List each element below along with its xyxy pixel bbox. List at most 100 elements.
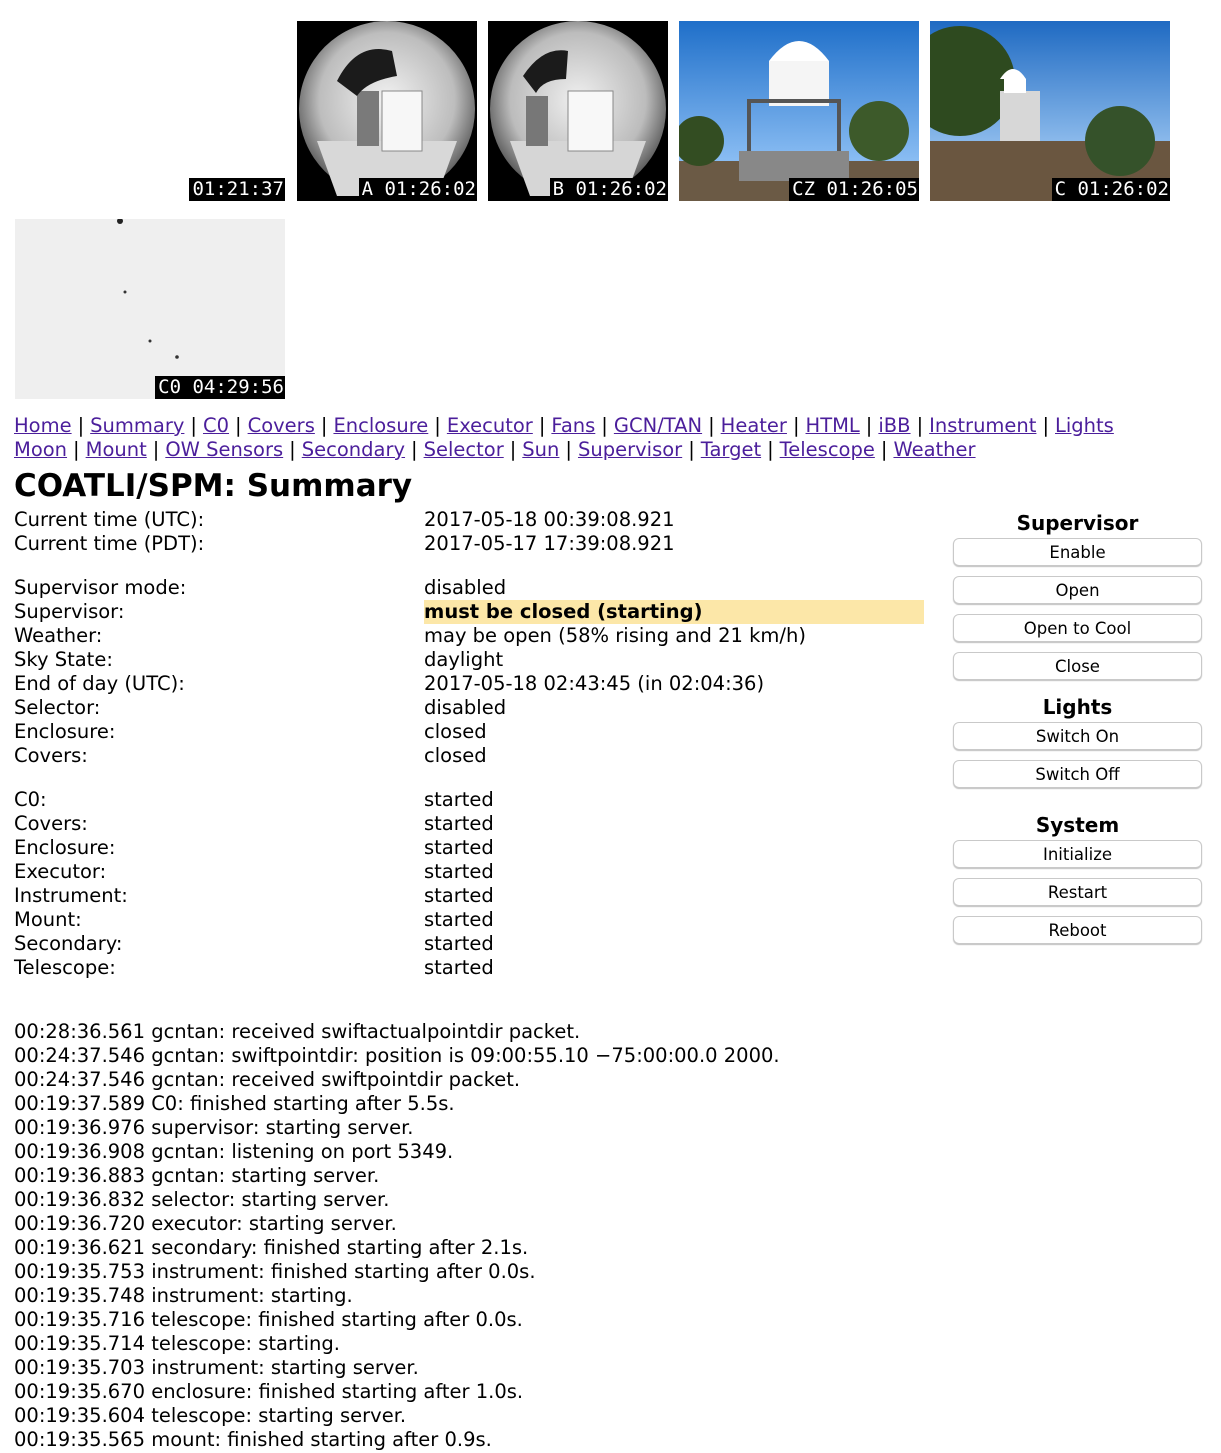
status-row: Covers: started bbox=[14, 812, 924, 836]
status-row: Executor: started bbox=[14, 860, 924, 884]
nav-link-selector[interactable]: Selector bbox=[424, 438, 504, 461]
status-label: Enclosure: bbox=[14, 836, 116, 859]
nav-separator: | bbox=[865, 414, 873, 437]
page-title: COATLI/SPM: Summary bbox=[14, 468, 413, 504]
switch-off-button[interactable]: Switch Off bbox=[953, 760, 1202, 788]
log-entry: 00:24:37.546 gcntan: received swiftpoint… bbox=[14, 1068, 521, 1091]
nav-separator: | bbox=[411, 438, 418, 461]
status-row: Covers: closed bbox=[14, 744, 924, 768]
nav-link-lights[interactable]: Lights bbox=[1055, 414, 1114, 437]
status-label: Enclosure: bbox=[14, 720, 116, 743]
section-heading: Lights bbox=[1042, 695, 1113, 719]
initialize-button[interactable]: Initialize bbox=[953, 840, 1202, 868]
reboot-button[interactable]: Reboot bbox=[953, 916, 1202, 944]
log-entry: 00:19:37.589 C0: finished starting after… bbox=[14, 1092, 455, 1115]
status-value: 2017-05-18 02:43:45 (in 02:04:36) bbox=[424, 672, 765, 695]
status-label: Executor: bbox=[14, 860, 107, 883]
log-entry: 00:19:36.720 executor: starting server. bbox=[14, 1212, 397, 1235]
nav-separator: | bbox=[708, 414, 715, 437]
nav-link-telescope[interactable]: Telescope bbox=[780, 438, 875, 461]
nav-link-supervisor[interactable]: Supervisor bbox=[578, 438, 682, 461]
enable-button[interactable]: Enable bbox=[953, 538, 1202, 566]
status-table: Current time (UTC): 2017-05-18 00:39:08.9… bbox=[14, 508, 924, 980]
nav-link-instrument[interactable]: Instrument bbox=[929, 414, 1036, 437]
status-value: daylight bbox=[424, 648, 504, 671]
nav-link-gcn-tan[interactable]: GCN/TAN bbox=[614, 414, 702, 437]
camera-c[interactable]: C 01:26:02 bbox=[930, 21, 1170, 201]
nav-link-home[interactable]: Home bbox=[14, 414, 72, 437]
status-label: Current time (UTC): bbox=[14, 508, 205, 531]
status-label: Sky State: bbox=[14, 648, 113, 671]
status-value: started bbox=[424, 860, 494, 883]
status-row: Secondary: started bbox=[14, 932, 924, 956]
nav-separator: | bbox=[152, 438, 160, 461]
status-row: Enclosure: closed bbox=[14, 720, 924, 744]
status-value: 2017-05-17 17:39:08.921 bbox=[424, 532, 675, 555]
camera-timestamp: C0 04:29:56 bbox=[155, 376, 285, 399]
status-label: Weather: bbox=[14, 624, 103, 647]
camera-c0[interactable]: C0 04:29:56 bbox=[15, 219, 285, 399]
camera-b[interactable]: B 01:26:02 bbox=[488, 21, 668, 201]
nav-separator: | bbox=[880, 438, 888, 461]
nav-line: Moon | Mount | OW Sensors | Secondary | Selector… bbox=[14, 438, 1214, 462]
section-heading: Supervisor bbox=[1016, 511, 1139, 535]
log-entry: 00:19:36.976 supervisor: starting server… bbox=[14, 1116, 414, 1139]
log-entry: 00:19:35.714 telescope: starting. bbox=[14, 1332, 340, 1355]
status-value: started bbox=[424, 788, 494, 811]
camera-timestamp: A 01:26:02 bbox=[358, 178, 477, 201]
nav-separator: | bbox=[601, 414, 608, 437]
status-row: Enclosure: started bbox=[14, 836, 924, 860]
status-row: Supervisor mode: disabled bbox=[14, 576, 924, 600]
log-entry: 00:19:35.716 telescope: finished startin… bbox=[14, 1308, 523, 1331]
nav-link-mount[interactable]: Mount bbox=[86, 438, 147, 461]
nav-link-heater[interactable]: Heater bbox=[721, 414, 787, 437]
log-entry: 00:19:35.670 enclosure: finished startin… bbox=[14, 1380, 524, 1403]
nav-link-executor[interactable]: Executor bbox=[447, 414, 533, 437]
nav-link-weather[interactable]: Weather bbox=[893, 438, 975, 461]
nav-separator: | bbox=[916, 414, 924, 437]
status-row: Instrument: started bbox=[14, 884, 924, 908]
status-value: disabled bbox=[424, 696, 507, 719]
camera-timestamp: CZ 01:26:05 bbox=[789, 178, 919, 201]
status-row: Mount: started bbox=[14, 908, 924, 932]
nav-link-ibb[interactable]: iBB bbox=[878, 414, 910, 437]
tower-outdoor-image bbox=[930, 21, 1170, 201]
log-entry: 00:19:36.621 secondary: finished startin… bbox=[14, 1236, 529, 1259]
status-label: Current time (PDT): bbox=[14, 532, 205, 555]
nav-separator: | bbox=[434, 414, 441, 437]
open-button[interactable]: Open bbox=[953, 576, 1202, 604]
nav-separator: | bbox=[767, 438, 774, 461]
nav-link-fans[interactable]: Fans bbox=[551, 414, 595, 437]
status-label: Instrument: bbox=[14, 884, 128, 907]
status-row: Telescope: started bbox=[14, 956, 924, 980]
restart-button[interactable]: Restart bbox=[953, 878, 1202, 906]
nav-separator: | bbox=[565, 438, 572, 461]
event-log: 00:28:36.561 gcntan: received swiftactua… bbox=[14, 1020, 780, 1452]
sky-image bbox=[15, 219, 285, 399]
nav-link-target[interactable]: Target bbox=[701, 438, 761, 461]
status-row: C0: started bbox=[14, 788, 924, 812]
nav-link-sun[interactable]: Sun bbox=[522, 438, 559, 461]
nav-link-covers[interactable]: Covers bbox=[248, 414, 315, 437]
nav-link-summary[interactable]: Summary bbox=[90, 414, 184, 437]
nav-link-moon[interactable]: Moon bbox=[14, 438, 67, 461]
camera-blank[interactable]: 01:21:37 bbox=[15, 21, 285, 201]
nav-link-enclosure[interactable]: Enclosure bbox=[333, 414, 428, 437]
close-button[interactable]: Close bbox=[953, 652, 1202, 680]
status-label: Telescope: bbox=[14, 956, 116, 979]
status-label: Covers: bbox=[14, 744, 88, 767]
open-to-cool-button[interactable]: Open to Cool bbox=[953, 614, 1202, 642]
nav-separator: | bbox=[77, 414, 85, 437]
nav-link-secondary[interactable]: Secondary bbox=[302, 438, 405, 461]
status-row: Supervisor: must be closed (starting) bbox=[14, 600, 924, 624]
camera-cz[interactable]: CZ 01:26:05 bbox=[679, 21, 919, 201]
log-entry: 00:19:35.753 instrument: finished starti… bbox=[14, 1260, 536, 1283]
supervisor-controls: Supervisor Enable Open Open to Cool Clos… bbox=[953, 508, 1202, 680]
camera-a[interactable]: A 01:26:02 bbox=[297, 21, 477, 201]
nav-link-ow-sensors[interactable]: OW Sensors bbox=[165, 438, 283, 461]
dome-fisheye-image bbox=[490, 21, 666, 197]
nav-link-html[interactable]: HTML bbox=[806, 414, 860, 437]
nav-link-c0[interactable]: C0 bbox=[203, 414, 229, 437]
switch-on-button[interactable]: Switch On bbox=[953, 722, 1202, 750]
